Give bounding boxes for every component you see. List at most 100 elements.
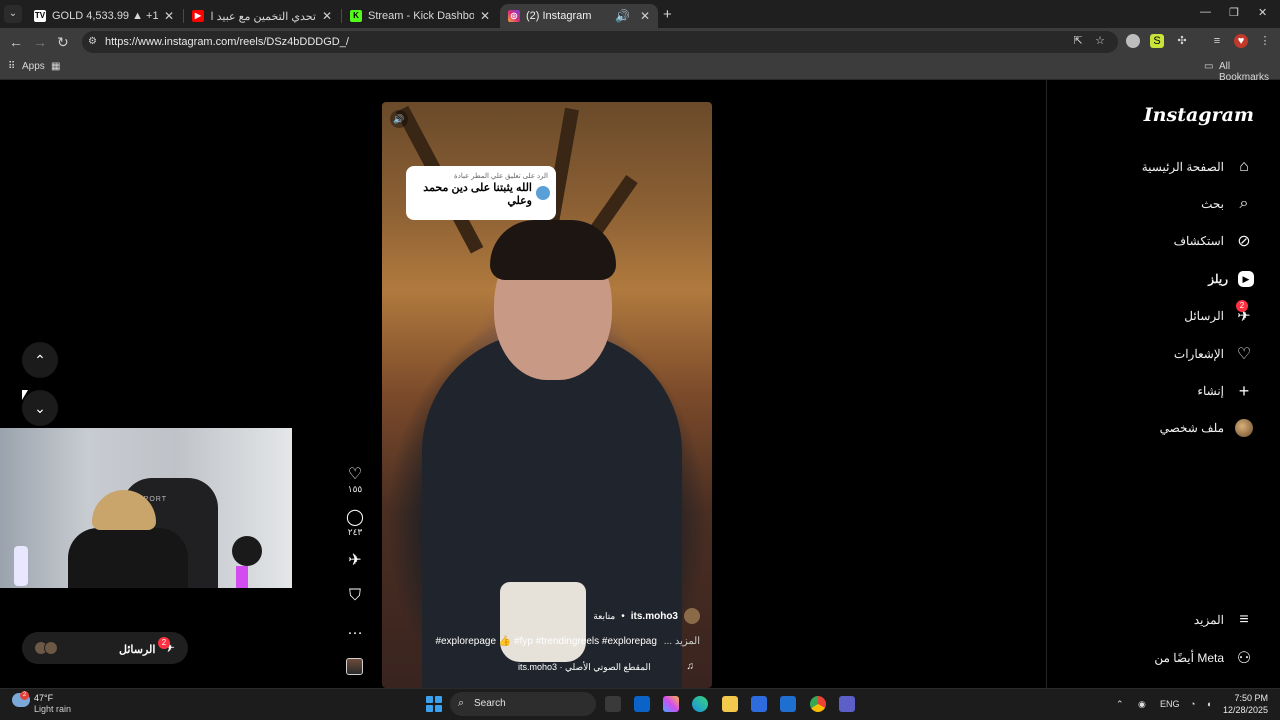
sidebar-item-label: ريلز [1208,272,1228,286]
sidebar-item-profile[interactable]: ملف شخصي [1160,416,1254,440]
save-action[interactable]: ⛉ [344,587,366,605]
menu-icon[interactable]: ⋮ [1258,34,1272,48]
reload-icon[interactable]: ↻ [57,34,69,51]
sidebar-item-messages[interactable]: الرسائل ✈ 2 [1184,300,1254,328]
weather-badge: 2 [20,691,29,700]
sidebar-item-home[interactable]: الصفحة الرئيسية ⌂ [1142,155,1254,179]
copilot-icon[interactable] [663,696,679,712]
more-options-icon[interactable]: … [344,621,366,639]
instagram-page: Instagram الصفحة الرئيسية ⌂ بحث ⌕ استكشا… [0,80,1280,688]
apps-bookmark[interactable]: Apps [22,61,45,72]
file-explorer-icon[interactable] [722,696,738,712]
follow-button[interactable]: متابعة [593,611,615,622]
sidebar-item-explore[interactable]: استكشاف ⊘ [1174,229,1254,253]
discord-icon[interactable]: ◉ [1138,699,1146,710]
extensions-puzzle-icon[interactable]: ✣ [1175,34,1189,48]
avatar [1235,419,1253,437]
share-icon[interactable]: ✈ [344,552,366,570]
water-bottle [14,546,28,586]
sidebar-item-search[interactable]: بحث ⌕ [1201,192,1254,216]
tray-overflow-icon[interactable]: ⌃ [1116,699,1124,710]
restore-icon[interactable]: ❐ [1229,6,1239,19]
dot-separator: • [621,610,625,622]
audio-thumbnail[interactable] [346,658,363,675]
reels-icon: ▶ [1238,271,1254,287]
back-icon[interactable]: ← [9,34,23,50]
sidebar-item-reels[interactable]: ريلز ▶ [1208,267,1254,291]
forward-icon[interactable]: → [33,34,47,50]
previous-reel-button[interactable]: ⌃ [22,342,58,378]
teams-icon[interactable] [839,696,855,712]
extension-icon[interactable]: S [1150,34,1164,48]
chrome-icon[interactable] [810,696,826,712]
install-app-icon[interactable]: ⇱ [1071,34,1085,48]
like-action[interactable]: ♡ ١٥٥ [344,466,366,495]
volume-icon[interactable]: ◖ [1206,699,1211,709]
close-tab-icon[interactable]: ✕ [322,9,332,23]
close-tab-icon[interactable]: ✕ [164,9,174,23]
system-clock[interactable]: 7:50 PM 12/28/2025 [1223,692,1268,716]
bookmark-star-icon[interactable]: ☆ [1093,34,1107,48]
close-tab-icon[interactable]: ✕ [480,9,490,23]
bookmark-icon[interactable]: ⛉ [344,587,366,605]
language-indicator[interactable]: ENG [1160,699,1180,709]
microsoft-store-icon[interactable] [751,696,767,712]
author-username[interactable]: its.moho3 [631,611,678,622]
instagram-logo[interactable]: Instagram [1144,104,1254,126]
taskbar-search[interactable] [450,692,596,716]
messages-label[interactable]: الرسائل [119,643,155,656]
bookmarks-bar [0,56,1280,80]
media-control-icon[interactable]: ≡ [1210,34,1224,48]
minimize-icon[interactable]: — [1200,6,1211,18]
extension-icon[interactable] [1126,34,1140,48]
share-action[interactable]: ✈ [344,552,366,570]
tab-gold[interactable]: TV GOLD 4,533.99 ▲ +1.22% Unn ✕ [26,4,182,28]
heart-icon[interactable]: ♡ [344,466,366,484]
clock-time: 7:50 PM [1234,693,1268,703]
site-info-icon[interactable]: ⚙ [88,36,97,47]
reel-author: متابعة • its.moho3 [593,608,700,624]
streamer-body [68,528,188,588]
tab-instagram[interactable]: ◎ (2) Instagram 🔊 ✕ [500,4,658,28]
tab-kick[interactable]: K Stream - Kick Dashboard ✕ [342,4,498,28]
sidebar-item-create[interactable]: إنشاء + [1197,379,1254,403]
close-window-icon[interactable]: ✕ [1258,6,1267,19]
caption-more[interactable]: ... المزيد [664,636,700,647]
comment-icon[interactable]: ◯ [344,509,366,527]
weather-temp[interactable]: 47°F [34,693,53,703]
profile-icon [1234,418,1254,438]
caption-text[interactable]: #explorepage 👍 #fyp #trendingreels #expl… [435,636,657,647]
edge-icon[interactable] [692,696,708,712]
new-tab-icon[interactable]: + [663,6,672,23]
comment-count: ٢٤٣ [347,527,363,537]
plus-icon: + [1238,380,1250,401]
sidebar-item-more[interactable]: المزيد ≡ [1194,608,1254,632]
home-icon: ⌂ [1239,158,1249,175]
sidebar-item-meta[interactable]: أيضًا من Meta ⚇ [1154,646,1254,670]
tab-groups-icon[interactable]: ▦ [51,61,60,72]
apps-icon[interactable]: ⠿ [8,61,15,72]
task-view-icon[interactable] [605,696,621,712]
tab-youtube[interactable]: ▶ تحدي التخمين مع عبيد البريطاني ✕ [184,4,340,28]
comment-action[interactable]: ◯ ٢٤٣ [344,509,366,538]
tab-search-button[interactable]: ⌄ [4,5,22,23]
youtube-icon: ▶ [192,10,204,22]
taskbar-search-label[interactable]: Search [474,698,506,709]
tab-audio-icon[interactable]: 🔊 [615,9,630,23]
close-tab-icon[interactable]: ✕ [640,9,650,23]
more-options-action[interactable]: … [344,621,366,639]
reel-audio-label[interactable]: its.moho3 · المقطع الصوتي الأصلي [518,662,651,673]
defender-icon[interactable] [780,696,796,712]
profile-avatar[interactable]: ♥ [1234,34,1248,48]
wifi-icon[interactable]: ◔ [1190,699,1195,709]
sidebar-item-notifications[interactable]: الإشعارات ♡ [1174,342,1254,366]
url-text[interactable]: https://www.instagram.com/reels/DSz4bDDD… [105,36,349,48]
microphone [232,536,262,566]
windows-start-icon[interactable] [426,696,442,712]
sound-icon[interactable]: 🔊 [390,110,408,128]
reel-video[interactable]: 🔊 الرد على تعليق علي المطر عبادة الله يث… [382,102,712,688]
outlook-icon[interactable] [634,696,650,712]
author-avatar[interactable] [684,608,700,624]
weather-desc[interactable]: Light rain [34,704,71,714]
sidebar-item-label: استكشاف [1173,234,1224,248]
